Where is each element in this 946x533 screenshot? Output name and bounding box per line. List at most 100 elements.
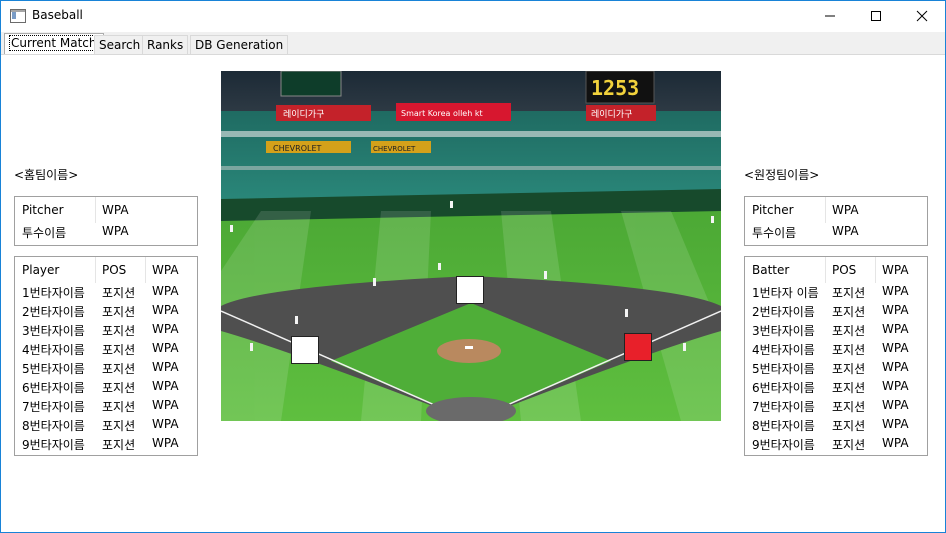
table-row[interactable]: 6번타자이름 포지션 WPA [15,379,195,398]
app-icon [10,9,26,23]
player-wpa: WPA [152,398,179,412]
pitcher-wpa: WPA [102,224,129,238]
player-wpa: WPA [152,436,179,450]
tab-label: Ranks [147,38,184,52]
player-name: 8번타자이름 [22,419,85,433]
player-position: 포지션 [832,400,866,414]
maximize-button[interactable] [853,1,899,31]
table-row[interactable]: 8번타자이름 포지션 WPA [15,417,195,436]
player-position: 포지션 [832,362,866,376]
player-wpa: WPA [152,322,179,336]
close-icon [916,10,928,22]
player-wpa: WPA [152,417,179,431]
player-wpa: WPA [882,379,909,393]
table-row[interactable]: 3번타자이름 포지션 WPA [745,322,925,341]
column-header: Batter [752,263,790,277]
column-divider [875,257,876,283]
player-name: 7번타자이름 [752,400,815,414]
player-name: 3번타자이름 [752,324,815,338]
player-wpa: WPA [882,417,909,431]
player-wpa: WPA [882,398,909,412]
stadium-image: 1253 레이디가구 Smart Korea olleh kt 레이디가구 CH… [221,71,721,421]
home-pitcher-table[interactable]: Pitcher WPA 투수이름 WPA [14,196,198,246]
player-position: 포지션 [832,438,866,452]
player-name: 8번타자이름 [752,419,815,433]
pitcher-name: 투수이름 [22,226,67,240]
table-row[interactable]: 1번타자 이름 포지션 WPA [745,284,925,303]
player-wpa: WPA [152,284,179,298]
pitcher-name: 투수이름 [752,226,797,240]
tab-db-generation[interactable]: DB Generation [190,35,289,54]
player-wpa: WPA [882,341,909,355]
column-header: Player [22,263,60,277]
away-team-label: <원정팀이름> [744,168,820,182]
table-row[interactable]: 1번타자이름 포지션 WPA [15,284,195,303]
player-name: 5번타자이름 [22,362,85,376]
player-position: 포지션 [102,286,136,300]
player-position: 포지션 [832,343,866,357]
table-row[interactable]: 2번타자이름 포지션 WPA [745,303,925,322]
banner-left: 레이디가구 [283,109,324,120]
tab-current-match[interactable]: Current Match [4,33,104,54]
first-base-indicator [624,333,652,361]
table-row[interactable]: 5번타자이름 포지션 WPA [15,360,195,379]
player-name: 5번타자이름 [752,362,815,376]
player-position: 포지션 [102,362,136,376]
column-header: POS [832,263,857,277]
home-lineup-table[interactable]: Player POS WPA 1번타자이름 포지션 WPA 2번타자이름 포지션 WPA 3… [14,256,198,456]
tab-search[interactable]: Search [94,35,146,54]
player-wpa: WPA [882,436,909,450]
sponsor-left: CHEVROLET [273,144,321,153]
column-header: WPA [832,203,859,217]
player-position: 포지션 [102,419,136,433]
player-position: 포지션 [832,419,866,433]
player-name: 4번타자이름 [22,343,85,357]
column-header: WPA [152,263,179,277]
player-wpa: WPA [882,284,909,298]
app-window: Baseball Current Match Search Ranks DB G… [0,0,946,533]
column-header: POS [102,263,127,277]
table-row[interactable]: 6번타자이름 포지션 WPA [745,379,925,398]
table-row[interactable]: 5번타자이름 포지션 WPA [745,360,925,379]
player-name: 4번타자이름 [752,343,815,357]
column-divider [95,257,96,283]
window-title: Baseball [32,8,83,22]
player-position: 포지션 [102,381,136,395]
player-position: 포지션 [832,324,866,338]
tab-ranks[interactable]: Ranks [142,35,189,54]
player-position: 포지션 [832,381,866,395]
banner-center: Smart Korea olleh kt [401,109,483,118]
third-base-indicator [291,336,319,364]
table-row[interactable]: 2번타자이름 포지션 WPA [15,303,195,322]
field-view: 1253 레이디가구 Smart Korea olleh kt 레이디가구 CH… [221,71,721,421]
minimize-button[interactable] [807,1,853,31]
player-name: 6번타자이름 [22,381,85,395]
player-name: 6번타자이름 [752,381,815,395]
away-lineup-table[interactable]: Batter POS WPA 1번타자 이름 포지션 WPA 2번타자이름 포지션 WPA… [744,256,928,456]
table-row[interactable]: 9번타자이름 포지션 WPA [15,436,195,455]
table-row[interactable]: 7번타자이름 포지션 WPA [15,398,195,417]
minimize-icon [825,15,835,17]
title-bar: Baseball [1,1,945,31]
table-row[interactable]: 7번타자이름 포지션 WPA [745,398,925,417]
player-wpa: WPA [882,322,909,336]
table-row[interactable]: 9번타자이름 포지션 WPA [745,436,925,455]
close-button[interactable] [899,1,945,31]
player-name: 1번타자이름 [22,286,85,300]
player-position: 포지션 [102,438,136,452]
table-row[interactable]: 4번타자이름 포지션 WPA [15,341,195,360]
column-header: WPA [102,203,129,217]
table-row[interactable]: 3번타자이름 포지션 WPA [15,322,195,341]
player-wpa: WPA [882,303,909,317]
table-row[interactable]: 4번타자이름 포지션 WPA [745,341,925,360]
second-base-indicator [456,276,484,304]
tab-bar: Current Match Search Ranks DB Generation [1,32,945,55]
player-name: 7번타자이름 [22,400,85,414]
table-row[interactable]: 8번타자이름 포지션 WPA [745,417,925,436]
scoreboard-digits: 1253 [591,76,639,100]
player-position: 포지션 [832,305,866,319]
player-name: 2번타자이름 [752,305,815,319]
player-position: 포지션 [102,324,136,338]
column-header: Pitcher [22,203,64,217]
away-pitcher-table[interactable]: Pitcher WPA 투수이름 WPA [744,196,928,246]
